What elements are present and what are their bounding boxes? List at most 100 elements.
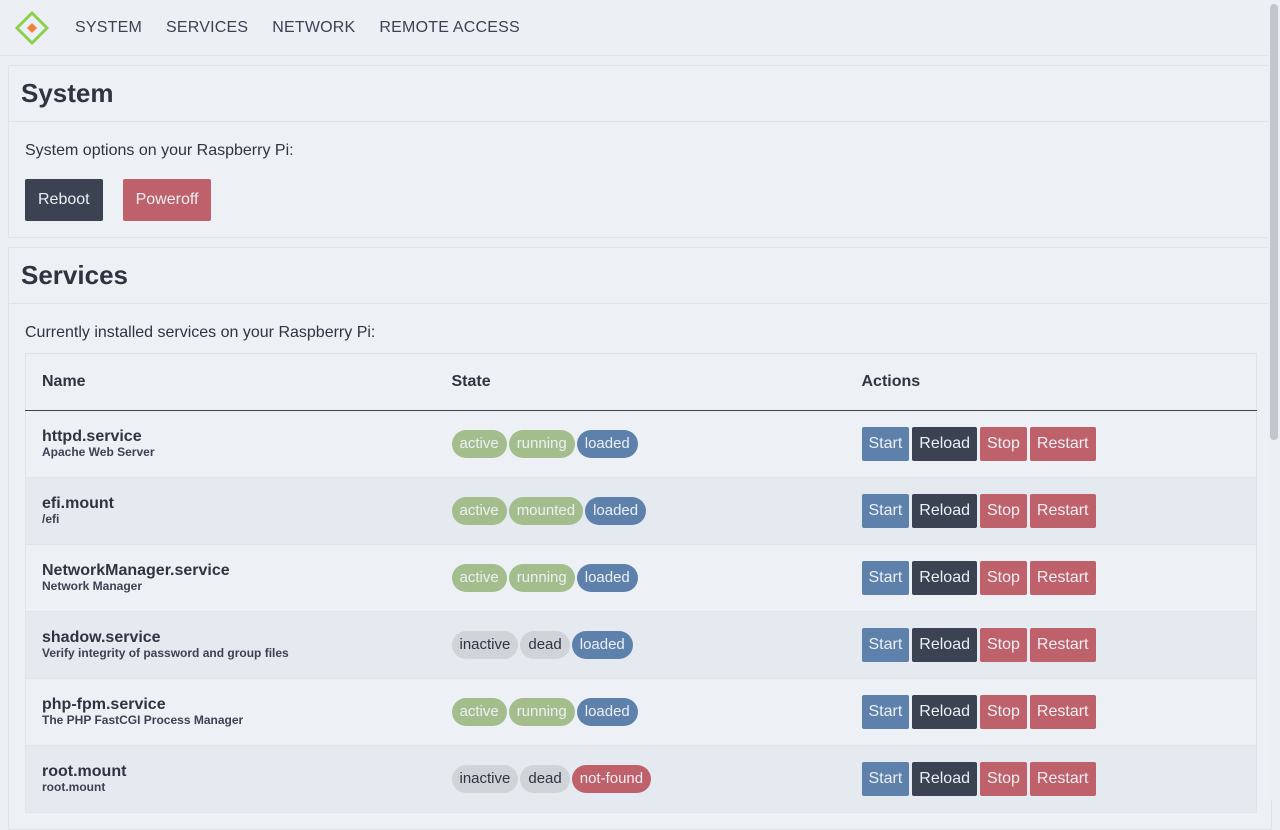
reload-button[interactable]: Reload	[912, 695, 977, 729]
start-button[interactable]: Start	[861, 695, 910, 729]
services-card-body: Currently installed services on your Ras…	[9, 304, 1271, 829]
reload-button[interactable]: Reload	[912, 494, 977, 528]
reload-button[interactable]: Reload	[912, 628, 977, 662]
state-badge: active	[451, 430, 507, 458]
table-row: root.mount root.mount inactive dead not-foun…	[25, 745, 1257, 813]
header-name: Name	[25, 353, 436, 411]
start-button[interactable]: Start	[861, 494, 910, 528]
service-name-cell: efi.mount/efi	[25, 477, 436, 545]
state-badge: mounted	[508, 497, 584, 525]
table-row: php-fpm.service The PHP FastCGI Process M…	[25, 678, 1257, 746]
top-navbar: SYSTEM SERVICES NETWORK REMOTE ACCESS	[0, 0, 1280, 56]
nav-remote-access[interactable]: REMOTE ACCESS	[379, 19, 519, 37]
state-badge: inactive	[451, 631, 519, 659]
system-intro: System options on your Raspberry Pi:	[25, 142, 294, 159]
service-name: NetworkManager.service	[42, 562, 230, 579]
stop-button[interactable]: Stop	[980, 427, 1027, 461]
service-name: php-fpm.service	[42, 696, 166, 713]
service-description: Verify integrity of password and group f…	[42, 646, 289, 660]
state-badge: running	[508, 698, 575, 726]
restart-button[interactable]: Restart	[1029, 427, 1096, 461]
system-card: System System options on your Raspberry …	[8, 65, 1272, 238]
service-state-cell: inactive dead not-found	[435, 745, 846, 813]
system-card-body: System options on your Raspberry Pi: Reb…	[9, 122, 1271, 237]
services-intro: Currently installed services on your Ras…	[25, 324, 376, 341]
state-badge: running	[508, 564, 575, 592]
service-description: The PHP FastCGI Process Manager	[42, 713, 244, 727]
start-button[interactable]: Start	[861, 762, 910, 796]
start-button[interactable]: Start	[861, 628, 910, 662]
service-actions-cell: Start Reload Stop Restart	[845, 611, 1257, 679]
nav-system[interactable]: SYSTEM	[75, 19, 142, 37]
header-state: State	[435, 353, 846, 411]
system-card-header: System	[9, 66, 1271, 122]
service-name-cell: php-fpm.service The PHP FastCGI Process M…	[25, 678, 436, 746]
services-card: Services Currently installed services on…	[8, 247, 1272, 830]
reboot-button[interactable]: Reboot	[25, 179, 103, 221]
service-actions-cell: Start Reload Stop Restart	[845, 544, 1257, 612]
table-row: httpd.service Apache Web Server active runn…	[25, 410, 1257, 478]
state-badge: loaded	[576, 430, 638, 458]
service-name: httpd.service	[42, 428, 142, 445]
service-actions-cell: Start Reload Stop Restart	[845, 410, 1257, 478]
table-row: efi.mount/efi active mounted loaded Start Rel…	[25, 477, 1257, 545]
state-badge: dead	[520, 631, 570, 659]
stop-button[interactable]: Stop	[980, 695, 1027, 729]
restart-button[interactable]: Restart	[1029, 695, 1096, 729]
restart-button[interactable]: Restart	[1029, 628, 1096, 662]
service-name-cell: shadow.service Verify integrity of passwo…	[25, 611, 436, 679]
service-description: root.mount	[42, 780, 106, 794]
services-title: Services	[21, 260, 128, 290]
logo-icon[interactable]	[15, 10, 49, 45]
service-description: Apache Web Server	[42, 445, 155, 459]
service-state-cell: active running loaded	[435, 544, 846, 612]
start-button[interactable]: Start	[861, 427, 910, 461]
service-description: /efi	[42, 512, 60, 526]
restart-button[interactable]: Restart	[1029, 762, 1096, 796]
state-badge: dead	[520, 765, 570, 793]
nav-services[interactable]: SERVICES	[166, 19, 248, 37]
service-name-cell: httpd.service Apache Web Server	[25, 410, 436, 478]
service-name-cell: NetworkManager.service Network Manager	[25, 544, 436, 612]
state-badge: active	[451, 497, 507, 525]
services-table-body: httpd.service Apache Web Server active runn…	[25, 410, 1257, 813]
page-scrollbar[interactable]	[1268, 0, 1280, 800]
state-badge: not-found	[571, 765, 652, 793]
state-badge: running	[508, 430, 575, 458]
system-title: System	[21, 78, 114, 108]
nav-network[interactable]: NETWORK	[272, 19, 355, 37]
service-actions-cell: Start Reload Stop Restart	[845, 678, 1257, 746]
reload-button[interactable]: Reload	[912, 427, 977, 461]
stop-button[interactable]: Stop	[980, 561, 1027, 595]
stop-button[interactable]: Stop	[980, 494, 1027, 528]
table-row: NetworkManager.service Network Manager act…	[25, 544, 1257, 612]
restart-button[interactable]: Restart	[1029, 561, 1096, 595]
state-badge: loaded	[585, 497, 647, 525]
service-state-cell: inactive dead loaded	[435, 611, 846, 679]
main-content: System System options on your Raspberry …	[8, 56, 1272, 830]
stop-button[interactable]: Stop	[980, 762, 1027, 796]
state-badge: loaded	[571, 631, 633, 659]
poweroff-button[interactable]: Poweroff	[122, 179, 212, 221]
services-table: Name State Actions httpd.service Apache W…	[25, 353, 1257, 813]
reload-button[interactable]: Reload	[912, 561, 977, 595]
services-card-header: Services	[9, 248, 1271, 304]
header-actions: Actions	[845, 353, 1257, 411]
service-description: Network Manager	[42, 579, 143, 593]
reload-button[interactable]: Reload	[912, 762, 977, 796]
service-state-cell: active running loaded	[435, 678, 846, 746]
restart-button[interactable]: Restart	[1029, 494, 1096, 528]
service-name: root.mount	[42, 763, 127, 780]
service-name-cell: root.mount root.mount	[25, 745, 436, 813]
stop-button[interactable]: Stop	[980, 628, 1027, 662]
state-badge: loaded	[576, 564, 638, 592]
state-badge: inactive	[451, 765, 519, 793]
service-name: shadow.service	[42, 629, 161, 646]
scrollbar-thumb[interactable]	[1270, 4, 1278, 440]
state-badge: loaded	[576, 698, 638, 726]
service-actions-cell: Start Reload Stop Restart	[845, 745, 1257, 813]
state-badge: active	[451, 698, 507, 726]
table-header-row: Name State Actions	[25, 353, 1257, 411]
start-button[interactable]: Start	[861, 561, 910, 595]
state-badge: active	[451, 564, 507, 592]
